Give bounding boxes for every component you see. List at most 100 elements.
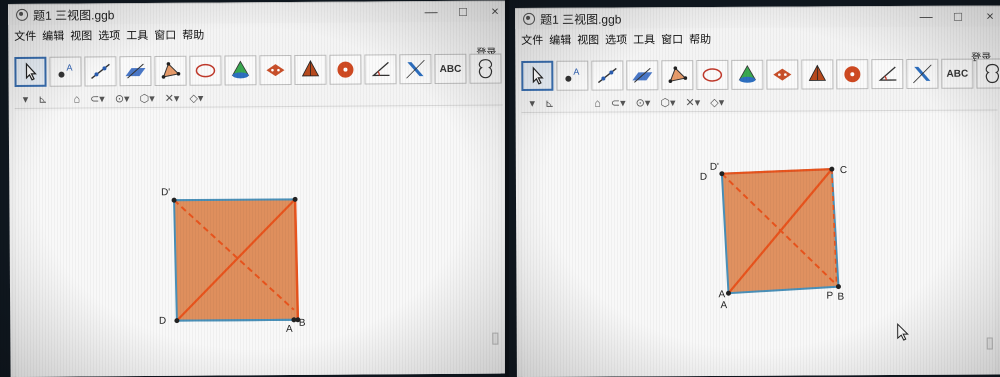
prism-tool-button[interactable]: [801, 59, 834, 90]
line-icon: [597, 67, 617, 84]
point-capture-icon[interactable]: ⊙▾: [115, 92, 130, 105]
menu-tools[interactable]: 工具: [633, 31, 655, 47]
sphere-icon: [844, 66, 861, 83]
menu-view[interactable]: 视图: [70, 27, 92, 43]
circle-icon: [195, 63, 216, 78]
vertex-d-prime: [719, 171, 725, 177]
title-bar: 题1 三视图.ggb — □ ×: [515, 6, 1000, 29]
style-bar-toggle-icon[interactable]: ▾: [23, 93, 29, 106]
net-tool-button[interactable]: [259, 55, 292, 86]
net-tool-button[interactable]: [766, 59, 799, 90]
vertex-c: [829, 166, 835, 172]
graphics-canvas: D' D A B: [159, 187, 306, 335]
graphics-view-3d[interactable]: D' D C A A P B: [521, 112, 995, 377]
camera-icon[interactable]: ⊂▾: [90, 92, 105, 105]
circle-tool-button[interactable]: [696, 59, 729, 91]
point-tool-button[interactable]: A: [556, 60, 589, 91]
prism-tool-button[interactable]: [294, 54, 327, 86]
minimize-button[interactable]: —: [919, 9, 933, 24]
angle-icon: [878, 66, 897, 81]
menu-edit[interactable]: 编辑: [549, 32, 571, 48]
axes-icon[interactable]: ⊾: [545, 97, 554, 110]
title-bar: 题1 三视图.ggb — □ ×: [8, 1, 505, 25]
point-tool-button[interactable]: A: [49, 56, 82, 87]
projection-icon[interactable]: ✕▾: [685, 96, 701, 109]
reflect-icon: [406, 59, 425, 79]
rotate-view-tool-button[interactable]: [469, 53, 502, 84]
line-tool-button[interactable]: [591, 60, 624, 91]
style-bar: ▾ ⊾ ⌂ ⊂▾ ⊙▾ ⬡▾ ✕▾ ◇▾: [521, 92, 998, 113]
cube-view-icon[interactable]: ⬡▾: [660, 96, 675, 109]
menu-window[interactable]: 窗口: [154, 27, 176, 43]
home-icon[interactable]: ⌂: [594, 97, 601, 109]
menu-options[interactable]: 选项: [605, 31, 627, 47]
photo-right: 题1 三视图.ggb — □ × 文件 编辑 视图 选项 工具 窗口 帮助 登录…: [509, 0, 1000, 377]
vertex-d: [174, 318, 180, 324]
window-controls: — □ ×: [919, 8, 997, 23]
pyramid-icon: [231, 60, 250, 79]
point-capture-icon[interactable]: ⊙▾: [636, 96, 651, 109]
plane-view-icon[interactable]: ◇▾: [189, 92, 203, 105]
rotate-view-tool-button[interactable]: [976, 58, 1000, 89]
label-p: P: [826, 291, 833, 302]
maximize-button[interactable]: □: [456, 4, 470, 19]
text-tool-button[interactable]: ABC: [941, 58, 974, 89]
menu-file[interactable]: 文件: [14, 28, 36, 44]
text-tool-button[interactable]: ABC: [434, 53, 467, 85]
main-toolbar: A ABC: [14, 53, 502, 87]
polygon-tool-button[interactable]: [661, 60, 694, 91]
home-icon[interactable]: ⌂: [73, 93, 80, 105]
pyramid-tool-button[interactable]: [731, 59, 764, 90]
angle-tool-button[interactable]: [364, 54, 397, 85]
window-title: 题1 三视图.ggb: [33, 7, 115, 23]
reflect-tool-button[interactable]: [399, 54, 432, 85]
camera-icon[interactable]: ⊂▾: [611, 96, 626, 109]
move-icon: [25, 62, 37, 81]
rotate-view-icon: [985, 63, 1000, 84]
menu-help[interactable]: 帮助: [182, 27, 204, 43]
point-icon: A: [565, 67, 579, 82]
graphics-canvas: D' D C A A P B: [700, 162, 909, 341]
label-d: D: [700, 172, 707, 183]
style-bar-toggle-icon[interactable]: ▾: [529, 97, 535, 110]
polygon-tool-button[interactable]: [154, 55, 187, 86]
line-tool-button[interactable]: [84, 56, 117, 87]
view-resize-handle[interactable]: [986, 337, 993, 350]
menu-edit[interactable]: 编辑: [42, 28, 64, 44]
menu-view[interactable]: 视图: [577, 32, 599, 48]
plane-tool-button[interactable]: [119, 56, 152, 87]
menu-tools[interactable]: 工具: [126, 27, 148, 43]
angle-tool-button[interactable]: [871, 58, 904, 90]
sphere-tool-button[interactable]: [836, 59, 869, 90]
reflect-tool-button[interactable]: [906, 58, 939, 89]
plane-view-icon[interactable]: ◇▾: [710, 96, 724, 109]
menu-file[interactable]: 文件: [521, 32, 543, 48]
move-tool-button[interactable]: [521, 60, 554, 91]
plane-icon: [632, 67, 653, 83]
graphics-view-3d[interactable]: D' D A B: [14, 107, 501, 377]
menu-help[interactable]: 帮助: [689, 31, 711, 47]
projection-icon[interactable]: ✕▾: [165, 92, 180, 105]
vertex-d-prime: [171, 197, 177, 203]
rotate-view-icon: [478, 59, 493, 79]
minimize-button[interactable]: —: [424, 4, 438, 19]
close-button[interactable]: ×: [488, 4, 502, 19]
menu-window[interactable]: 窗口: [661, 31, 683, 47]
pyramid-tool-button[interactable]: [224, 55, 257, 86]
vertex-b: [835, 284, 841, 290]
cube-view-icon[interactable]: ⬡▾: [140, 92, 155, 105]
plane-tool-button[interactable]: [626, 60, 659, 91]
maximize-button[interactable]: □: [951, 9, 965, 24]
axes-icon[interactable]: ⊾: [38, 93, 47, 106]
move-tool-button[interactable]: [14, 56, 47, 87]
close-button[interactable]: ×: [983, 8, 997, 23]
geogebra-window: 题1 三视图.ggb — □ × 文件 编辑 视图 选项 工具 窗口 帮助 登录…: [8, 0, 505, 377]
view-resize-handle[interactable]: [492, 332, 499, 345]
circle-icon: [702, 68, 723, 82]
menu-options[interactable]: 选项: [98, 27, 120, 43]
main-toolbar: A ABC: [521, 58, 1000, 91]
sphere-icon: [337, 61, 354, 78]
circle-tool-button[interactable]: [189, 55, 222, 86]
polygon-icon: [161, 62, 181, 79]
sphere-tool-button[interactable]: [329, 54, 362, 85]
